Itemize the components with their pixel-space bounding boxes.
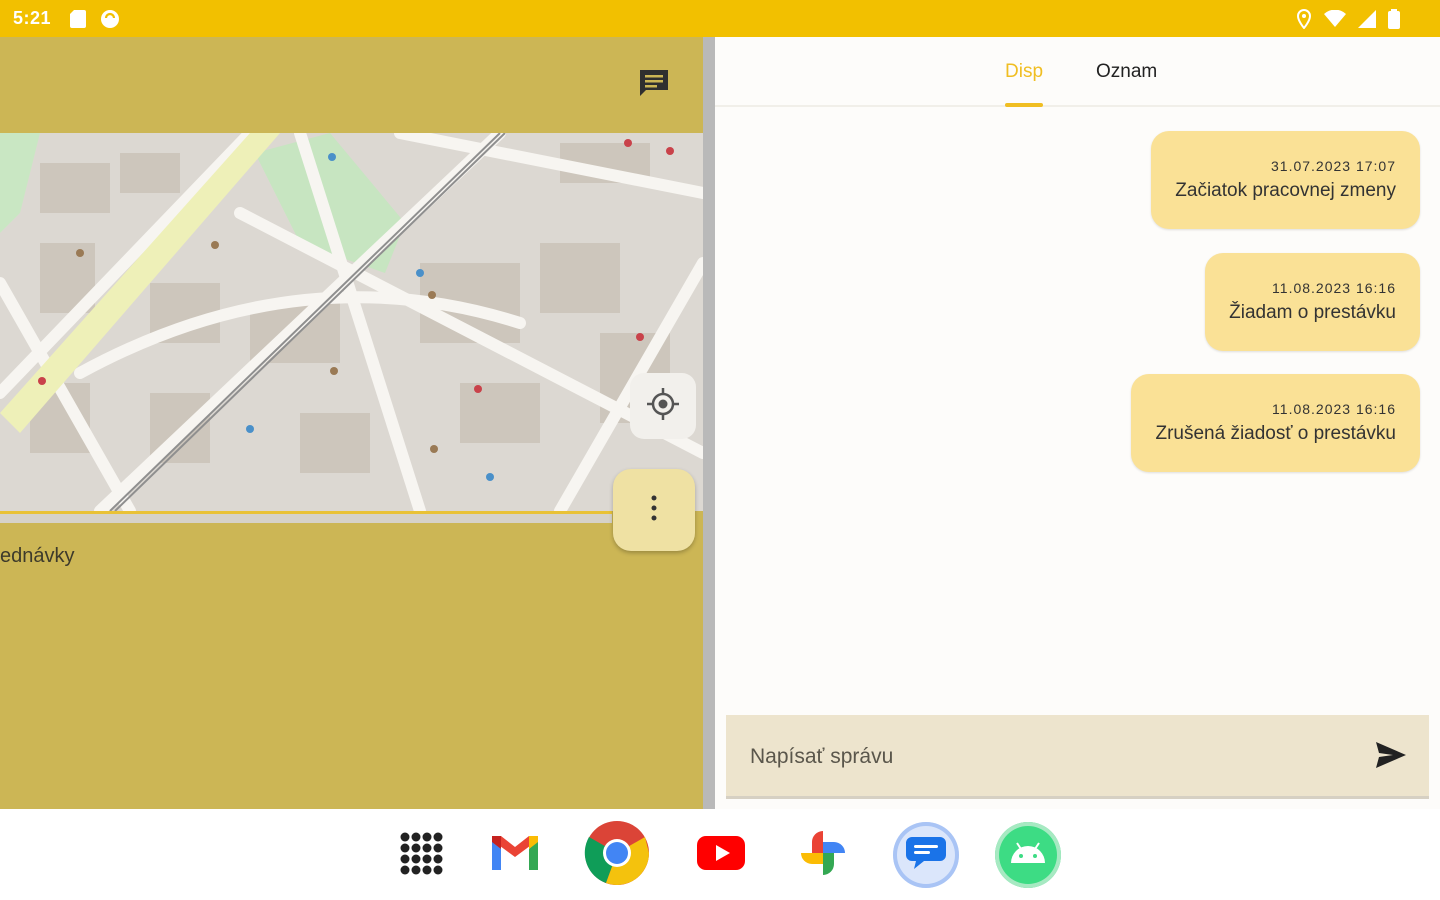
message-input[interactable] xyxy=(750,737,1350,777)
tab-disp[interactable]: Disp xyxy=(1005,61,1043,83)
my-location-button[interactable] xyxy=(630,373,696,439)
battery-icon xyxy=(1388,9,1400,34)
chrome-icon xyxy=(584,820,650,891)
messages-app-button[interactable] xyxy=(893,822,959,888)
location-icon xyxy=(1296,8,1312,34)
message-composer xyxy=(726,715,1429,799)
send-icon xyxy=(1375,741,1407,774)
tab-oznam[interactable]: Oznam xyxy=(1096,61,1157,83)
wifi-icon xyxy=(1324,9,1346,33)
more-vert-icon xyxy=(650,495,658,526)
android-app-button[interactable] xyxy=(995,822,1061,888)
android-icon xyxy=(1009,841,1047,870)
message-bubble[interactable]: 11.08.2023 16:16 Zrušená žiadosť o prest… xyxy=(1131,374,1420,472)
map-bottom-strip xyxy=(0,511,612,523)
youtube-app-button[interactable] xyxy=(688,822,754,888)
gmail-icon xyxy=(490,834,540,877)
crosshair-icon xyxy=(646,387,680,426)
app-drawer-button[interactable] xyxy=(388,822,454,888)
left-toolbar xyxy=(0,37,703,133)
tab-bar: Disp Oznam xyxy=(715,37,1440,107)
app-dock xyxy=(0,809,1440,900)
chrome-app-button[interactable] xyxy=(584,820,650,891)
message-text: Žiadam o prestávku xyxy=(1229,302,1396,323)
youtube-icon xyxy=(697,835,745,875)
photos-app-button[interactable] xyxy=(790,822,856,888)
apps-grid-icon xyxy=(399,831,443,880)
left-pane: ednávky xyxy=(0,37,703,809)
orders-label: ednávky xyxy=(0,545,75,567)
sd-card-icon xyxy=(70,10,86,33)
cellular-signal-icon xyxy=(1358,10,1376,33)
tab-indicator xyxy=(1005,103,1043,107)
message-bubble[interactable]: 31.07.2023 17:07 Začiatok pracovnej zmen… xyxy=(1151,131,1420,229)
chat-pane: Disp Oznam 31.07.2023 17:07 Začiatok pra… xyxy=(715,37,1440,809)
message-timestamp: 31.07.2023 17:07 xyxy=(1271,158,1396,174)
sync-icon xyxy=(100,9,120,34)
pane-divider[interactable] xyxy=(703,37,715,809)
status-bar: 5:21 xyxy=(0,0,1440,37)
chat-icon xyxy=(638,68,670,103)
message-timestamp: 11.08.2023 16:16 xyxy=(1272,401,1396,417)
send-button[interactable] xyxy=(1371,737,1411,777)
more-options-button[interactable] xyxy=(613,469,695,551)
gmail-app-button[interactable] xyxy=(482,822,548,888)
chat-toggle-button[interactable] xyxy=(634,67,674,103)
message-text: Začiatok pracovnej zmeny xyxy=(1175,180,1396,201)
map-view[interactable] xyxy=(0,133,703,511)
message-timestamp: 11.08.2023 16:16 xyxy=(1272,280,1396,296)
message-text: Zrušená žiadosť o prestávku xyxy=(1155,423,1396,444)
photos-pinwheel-icon xyxy=(797,827,849,884)
messages-bubble-icon xyxy=(906,835,946,876)
message-bubble[interactable]: 11.08.2023 16:16 Žiadam o prestávku xyxy=(1205,253,1420,351)
status-time: 5:21 xyxy=(13,8,52,28)
